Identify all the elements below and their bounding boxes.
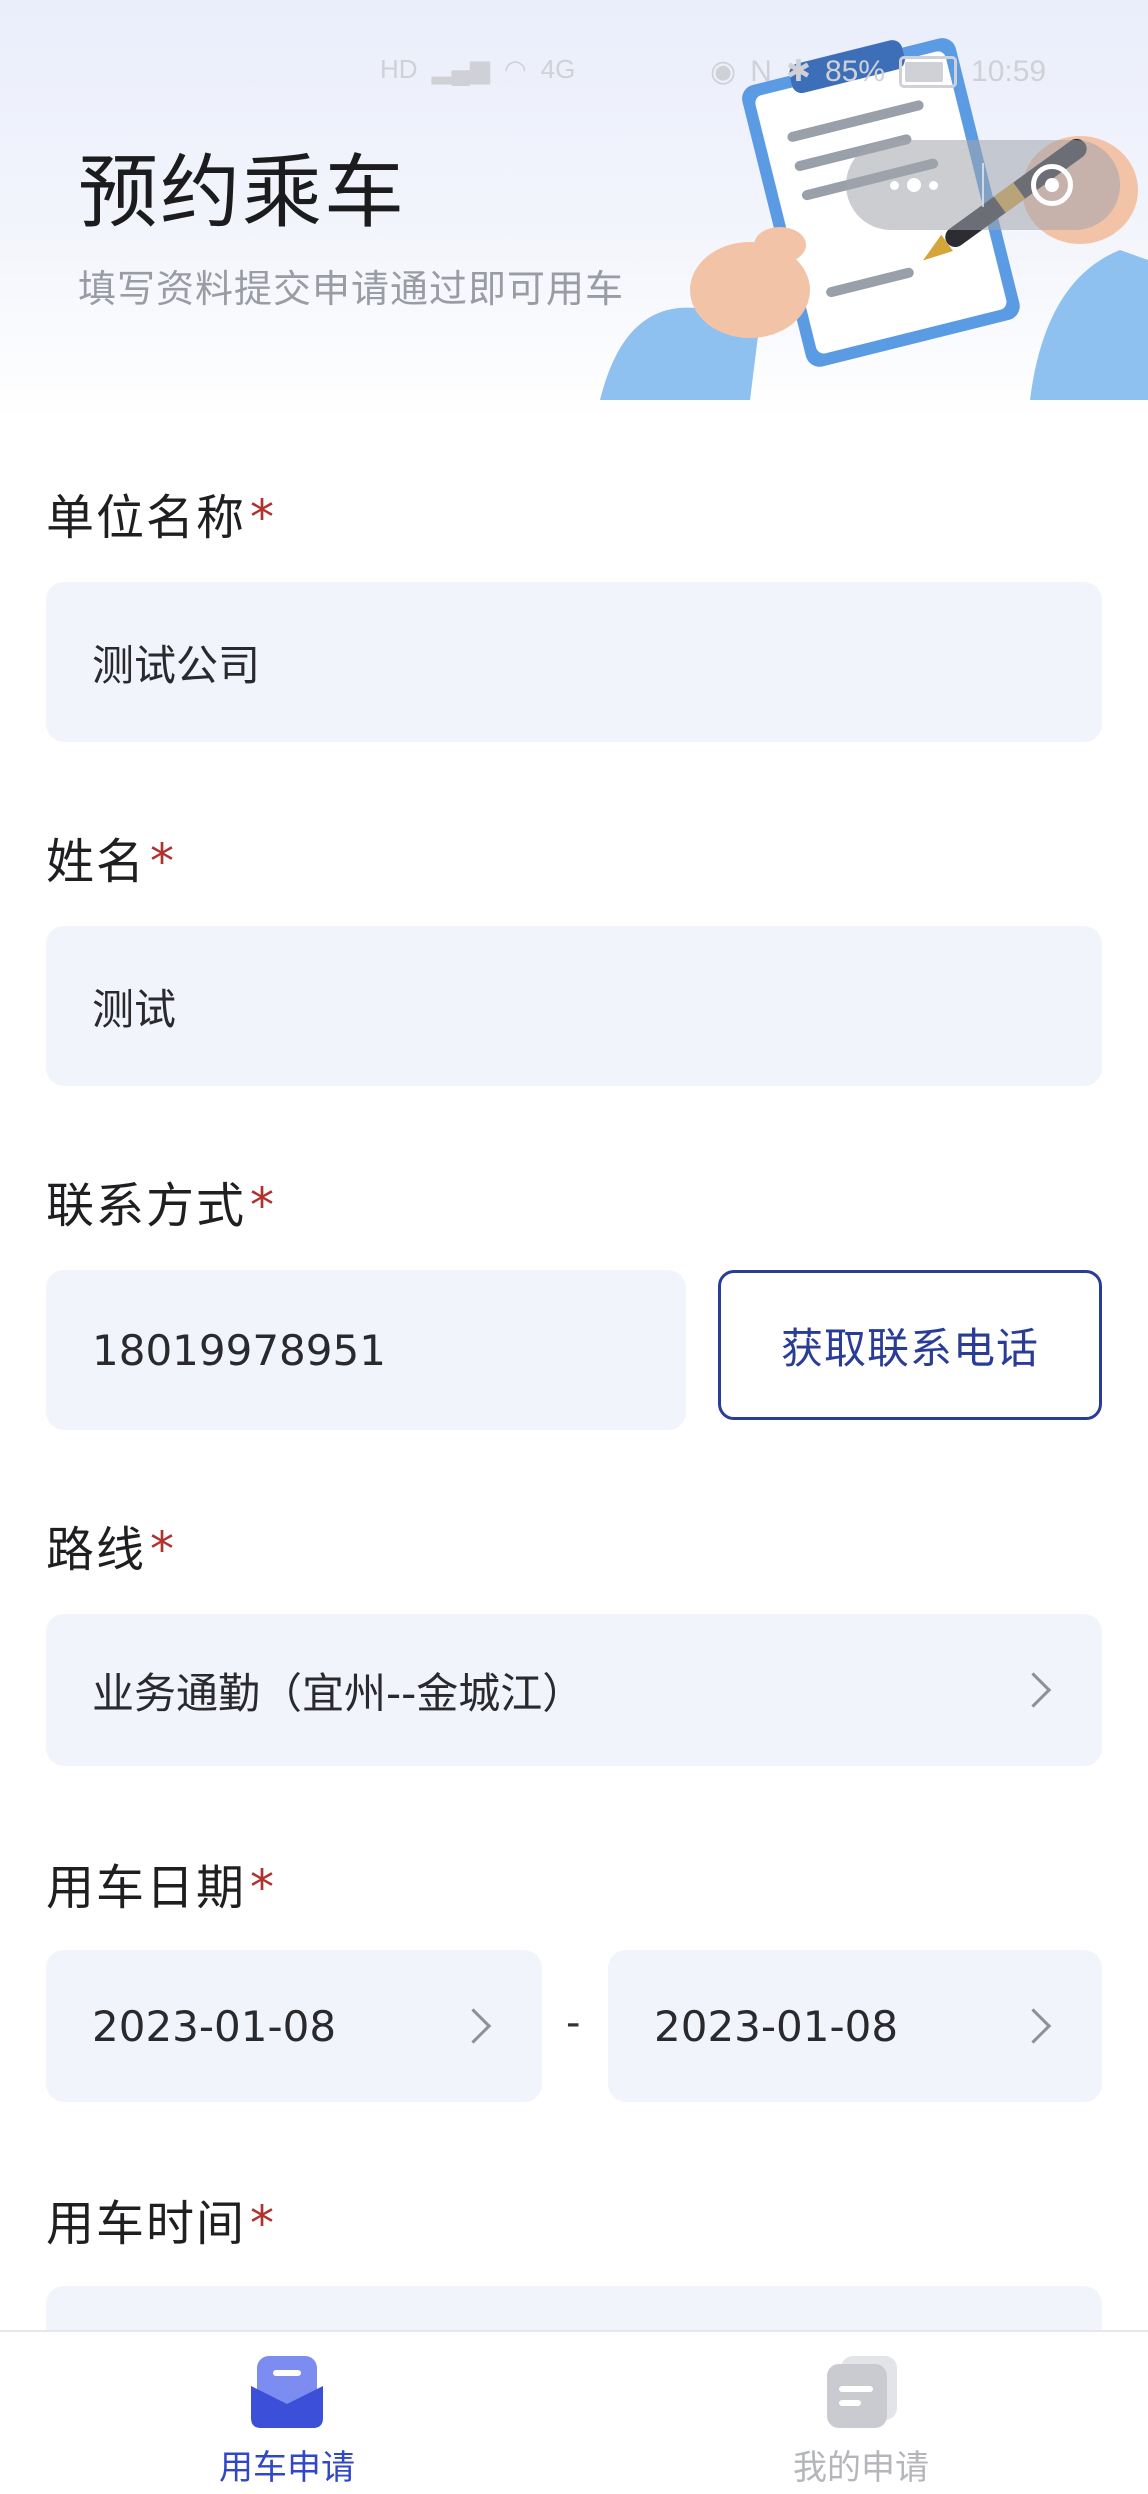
- chevron-right-icon: [1015, 2008, 1052, 2044]
- required-mark: *: [250, 2196, 277, 2252]
- contact-label: 联系方式*: [46, 1166, 276, 1236]
- chevron-right-icon: [455, 2008, 492, 2044]
- company-label: 单位名称*: [46, 478, 276, 548]
- page-subtitle: 填写资料提交申请通过即可用车: [78, 267, 625, 311]
- date-separator: -: [566, 2000, 581, 2046]
- name-label-text: 姓名: [46, 834, 147, 890]
- name-value: 测试: [92, 984, 177, 1034]
- status-bar-left: HD ▂▄▆ ◠ 4G: [380, 54, 575, 85]
- required-mark: *: [250, 490, 277, 546]
- tab-car-application[interactable]: 用车申请: [0, 2332, 574, 2494]
- required-mark: *: [250, 1860, 277, 1916]
- route-label: 路线*: [46, 1510, 176, 1580]
- phone-field[interactable]: 18019978951: [46, 1270, 686, 1430]
- start-date-picker[interactable]: 2023-01-08: [46, 1950, 542, 2102]
- contact-label-text: 联系方式: [46, 1178, 247, 1234]
- route-label-text: 路线: [46, 1522, 147, 1578]
- get-phone-button[interactable]: 获取联系电话: [718, 1270, 1102, 1420]
- network-type: 4G: [540, 54, 576, 84]
- close-miniprogram-button[interactable]: [984, 140, 1120, 230]
- my-applications-icon: [827, 2356, 897, 2428]
- battery-icon: [899, 55, 958, 88]
- date-label: 用车日期*: [46, 1848, 276, 1918]
- required-mark: *: [150, 834, 177, 890]
- signal-icon: ▂▄▆: [431, 54, 490, 84]
- target-circle-icon: [1031, 164, 1073, 206]
- header-banner: HD ▂▄▆ ◠ 4G ◉ N ✱ 85% 10:59 预约乘车 填写资料提交申…: [0, 0, 1148, 420]
- nfc-icon: N: [750, 54, 772, 88]
- tab-label: 我的申请: [793, 2448, 929, 2488]
- page-title: 预约乘车: [78, 146, 406, 239]
- company-label-text: 单位名称: [46, 490, 247, 546]
- name-label: 姓名*: [46, 822, 176, 892]
- route-value: 业务通勤（宜州--金城江）: [92, 1668, 585, 1718]
- name-field[interactable]: 测试: [46, 926, 1102, 1086]
- status-bar-right: ◉ N ✱ 85% 10:59: [710, 54, 1046, 89]
- date-label-text: 用车日期: [46, 1860, 247, 1916]
- bottom-tab-bar: 用车申请 我的申请: [0, 2330, 1148, 2494]
- hd-indicator: HD: [380, 54, 418, 84]
- clock: 10:59: [971, 54, 1047, 88]
- more-dots-icon: [890, 178, 938, 192]
- car-application-icon: [251, 2356, 323, 2428]
- route-select[interactable]: 业务通勤（宜州--金城江）: [46, 1614, 1102, 1766]
- required-mark: *: [150, 1522, 177, 1578]
- miniprogram-capsule: [846, 140, 1120, 230]
- company-field[interactable]: 测试公司: [46, 582, 1102, 742]
- battery-percent: 85%: [825, 54, 886, 88]
- company-value: 测试公司: [92, 640, 261, 690]
- tab-label: 用车申请: [219, 2448, 355, 2488]
- end-date-value: 2023-01-08: [654, 2001, 899, 2051]
- time-label: 用车时间*: [46, 2184, 276, 2254]
- chevron-right-icon: [1015, 1672, 1052, 1708]
- end-date-picker[interactable]: 2023-01-08: [608, 1950, 1102, 2102]
- phone-value: 18019978951: [92, 1325, 386, 1375]
- start-date-value: 2023-01-08: [92, 2001, 337, 2051]
- eye-icon: ◉: [710, 55, 737, 88]
- more-menu-button[interactable]: [846, 140, 982, 230]
- required-mark: *: [250, 1178, 277, 1234]
- time-label-text: 用车时间: [46, 2196, 247, 2252]
- wifi-icon: ◠: [503, 54, 527, 84]
- tab-my-applications[interactable]: 我的申请: [574, 2332, 1148, 2494]
- bluetooth-icon: ✱: [785, 55, 811, 88]
